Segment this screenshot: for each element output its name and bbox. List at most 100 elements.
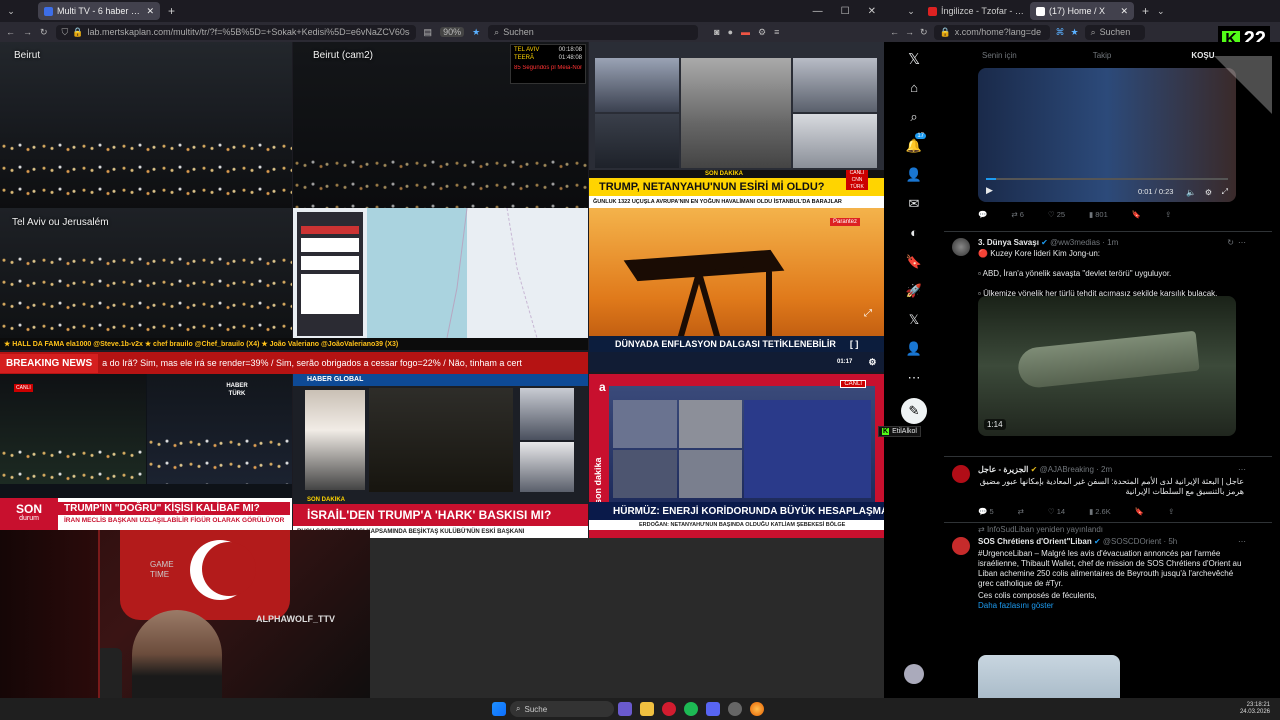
- tweet-video[interactable]: 1:14: [978, 296, 1236, 436]
- tile-alert-map[interactable]: [293, 208, 588, 338]
- rocket-icon[interactable]: 🚀: [902, 276, 926, 305]
- discord-icon[interactable]: [706, 702, 720, 716]
- views-icon[interactable]: ▮ 801: [1089, 210, 1108, 219]
- volume-icon[interactable]: 🔈: [1186, 188, 1196, 197]
- more-icon[interactable]: ⋯: [1238, 465, 1246, 474]
- retweet-icon[interactable]: ⇄ 6: [1011, 210, 1024, 219]
- like-icon[interactable]: ♡ 25: [1048, 210, 1065, 219]
- author-name[interactable]: الجزيرة - عاجل: [978, 465, 1028, 474]
- fullscreen-icon[interactable]: ⤢: [1222, 187, 1228, 197]
- obs-icon[interactable]: [728, 702, 742, 716]
- more-icon[interactable]: ⋯: [1238, 238, 1246, 247]
- x-logo-icon[interactable]: 𝕏: [902, 44, 926, 73]
- share-icon[interactable]: ⇪: [1168, 507, 1174, 516]
- retweet-icon[interactable]: ⇄: [1018, 507, 1024, 516]
- reply-icon[interactable]: 💬: [978, 210, 987, 219]
- close-tab-icon[interactable]: ✕: [1120, 6, 1128, 17]
- opera-icon[interactable]: [662, 702, 676, 716]
- author-name[interactable]: 3. Dünya Savaşı: [978, 238, 1039, 247]
- tab-following[interactable]: Takip: [1093, 51, 1112, 60]
- new-tab-icon[interactable]: +: [168, 4, 175, 18]
- tweet-kim-jong-un[interactable]: 3. Dünya Savaşı ✔ @ww3medias · 1m ↻ ⋯ 🔴 …: [944, 232, 1272, 457]
- tile-beirut-cam2[interactable]: Beirut (cam2) TEL AVIV 00:18:08 TEERÃ 01:4…: [293, 42, 588, 208]
- grok-icon[interactable]: ◐: [902, 218, 926, 247]
- like-icon[interactable]: ♡ 14: [1048, 507, 1065, 516]
- maximize-icon[interactable]: ☐: [841, 6, 850, 17]
- tab-x-home[interactable]: (17) Home / X ✕: [1030, 2, 1134, 20]
- avatar[interactable]: [952, 465, 970, 483]
- taskbar-search[interactable]: ⌕ Suche: [510, 701, 614, 717]
- show-more-link[interactable]: Daha fazlasını göster: [978, 601, 1244, 611]
- extensions-icon[interactable]: ⚙: [758, 27, 766, 38]
- tweet-video-card[interactable]: ▶ 0:01 / 0:23 🔈 ⚙ ⤢ 💬 ⇄ 6 ♡ 25 ▮ 801 🔖 ⇪: [944, 56, 1272, 232]
- share-icon[interactable]: ⇪: [1165, 210, 1171, 219]
- address-bar[interactable]: 🔒 x.com/home?lang=de: [933, 24, 1050, 40]
- bookmarks-icon[interactable]: 🔖: [902, 247, 926, 276]
- author-handle[interactable]: @ww3medias · 1m: [1050, 238, 1118, 247]
- tile-cnnturk[interactable]: SON DAKİKA TRUMP, NETANYAHU'NUN ESİRİ Mİ…: [589, 42, 884, 208]
- tweet-sos-chretiens[interactable]: ⇄ InfoSudLiban yeniden yayınlandı SOS Ch…: [944, 523, 1272, 720]
- account-icon[interactable]: ●: [728, 27, 733, 37]
- tweet-aljazeera[interactable]: الجزيرة - عاجل ✔ @AJABreaking · 2m ⋯ عاج…: [944, 457, 1272, 523]
- avatar[interactable]: [952, 537, 970, 555]
- zoom-level[interactable]: 90%: [440, 27, 465, 37]
- reload-icon[interactable]: ↻: [40, 27, 48, 38]
- search-input[interactable]: ⌕ Suchen: [1084, 24, 1145, 40]
- tile-beirut[interactable]: Beirut: [0, 42, 292, 208]
- close-window-icon[interactable]: ✕: [868, 6, 876, 17]
- avatar[interactable]: [952, 238, 970, 256]
- spotify-icon[interactable]: [684, 702, 698, 716]
- video-player[interactable]: ▶ 0:01 / 0:23 🔈 ⚙ ⤢: [978, 68, 1236, 202]
- back-icon[interactable]: ←: [890, 27, 899, 37]
- home-icon[interactable]: ⌂: [902, 73, 926, 102]
- grok-icon[interactable]: ↻: [1227, 238, 1234, 247]
- extension-icon[interactable]: ▬: [741, 27, 750, 37]
- reader-icon[interactable]: ▤: [424, 27, 433, 38]
- tile-haberturk[interactable]: CANLI HABER TÜRK SON durum TRUMP'IN "DOĞ…: [0, 374, 292, 530]
- messages-icon[interactable]: ✉: [902, 189, 926, 218]
- bookmark-icon[interactable]: 🔖: [1135, 507, 1144, 516]
- premium-x-icon[interactable]: 𝕏: [902, 305, 926, 334]
- reply-icon[interactable]: 💬 5: [978, 507, 994, 516]
- tab-multitv[interactable]: Multi TV - 6 haber kanalını aynı anda ✕: [38, 2, 160, 20]
- account-avatar[interactable]: [904, 664, 924, 684]
- forward-icon[interactable]: →: [905, 27, 914, 37]
- tile-a-haber[interactable]: a son dakika CANLI HÜRMÜZ: ENERJİ KORİDO…: [589, 374, 884, 538]
- bookmark-star-icon[interactable]: ★: [472, 27, 480, 38]
- new-tab-icon[interactable]: +: [1142, 4, 1149, 18]
- tile-haberglobal[interactable]: HABER GLOBAL SON DAKİKA İSRAİL'DEN TRUMP…: [293, 374, 588, 538]
- search-input[interactable]: ⌕ Suchen: [488, 24, 699, 40]
- more-icon[interactable]: ⋯: [1238, 537, 1246, 546]
- settings-icon[interactable]: ⚙: [868, 357, 876, 368]
- firefox-icon[interactable]: [750, 702, 764, 716]
- back-icon[interactable]: ←: [6, 27, 15, 37]
- profile-icon[interactable]: 👤: [902, 334, 926, 363]
- tab-for-you[interactable]: Senin için: [982, 51, 1017, 60]
- tab-tzofar[interactable]: İngilizce - Tzofar - Kırmızı Alarm: [922, 2, 1030, 20]
- minimize-icon[interactable]: —: [813, 6, 823, 17]
- windows-start-icon[interactable]: [492, 702, 506, 716]
- system-clock[interactable]: 23:18:21 24.03.2026: [1240, 702, 1270, 716]
- forward-icon[interactable]: →: [23, 27, 32, 37]
- tile-oil[interactable]: Parantez ⤢ DÜNYADA ENFLASYON DALGASI TET…: [589, 208, 884, 372]
- tab-list-icon[interactable]: ⌄: [0, 6, 22, 17]
- close-tab-icon[interactable]: ✕: [146, 6, 154, 17]
- expand-icon[interactable]: ⤢: [864, 308, 872, 319]
- play-icon[interactable]: ▶: [986, 185, 993, 196]
- author-handle[interactable]: @SOSCDOrient · 5h: [1103, 537, 1177, 546]
- video-progress[interactable]: [986, 178, 1228, 180]
- follow-icon[interactable]: 👤: [902, 160, 926, 189]
- pocket-icon[interactable]: ◙: [714, 27, 719, 37]
- translate-icon[interactable]: ⌘: [1056, 27, 1065, 38]
- tab-extra[interactable]: KOŞU: [1191, 51, 1214, 60]
- menu-icon[interactable]: ≡: [774, 27, 779, 37]
- views-icon[interactable]: ▮ 2.6K: [1089, 507, 1111, 516]
- explore-icon[interactable]: ⌕: [902, 102, 926, 131]
- more-icon[interactable]: ⋯: [902, 363, 926, 392]
- tile-telaviv[interactable]: Tel Aviv ou Jerusalém: [0, 208, 292, 338]
- settings-icon[interactable]: ⚙: [1205, 188, 1212, 197]
- author-handle[interactable]: @AJABreaking · 2m: [1040, 465, 1113, 474]
- tab-list-icon[interactable]: ⌄: [1157, 6, 1165, 17]
- post-button[interactable]: ✎: [901, 398, 927, 424]
- tab-list-icon[interactable]: ⌄: [900, 6, 922, 17]
